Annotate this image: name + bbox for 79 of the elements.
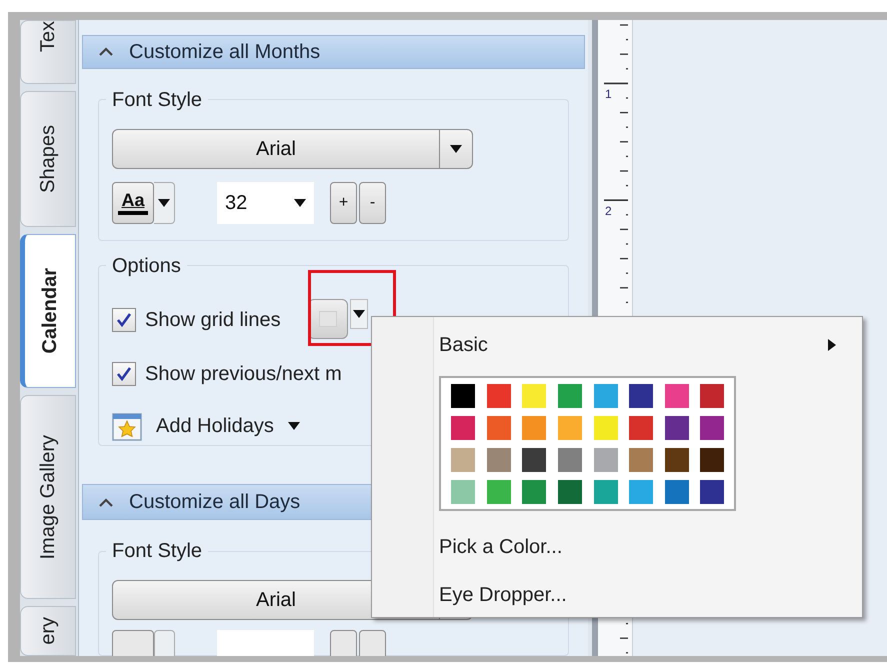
color-swatch[interactable] bbox=[664, 480, 689, 504]
checkbox[interactable] bbox=[112, 308, 136, 332]
color-swatch[interactable] bbox=[486, 448, 511, 472]
color-swatch[interactable] bbox=[664, 416, 689, 440]
side-tab[interactable]: Tex bbox=[20, 20, 76, 84]
submenu-arrow-icon bbox=[828, 339, 836, 351]
increase-size-button[interactable]: + bbox=[330, 182, 357, 224]
side-tab[interactable]: Shapes bbox=[20, 91, 76, 227]
color-swatch[interactable] bbox=[558, 384, 582, 408]
partial-button[interactable] bbox=[112, 630, 154, 656]
color-swatch[interactable] bbox=[486, 384, 511, 408]
caret-icon bbox=[352, 310, 365, 318]
color-swatch[interactable] bbox=[629, 480, 654, 504]
font-size-field[interactable]: 32 bbox=[217, 182, 314, 224]
color-swatch[interactable] bbox=[594, 416, 618, 440]
color-swatch[interactable] bbox=[700, 416, 724, 440]
color-swatch[interactable] bbox=[594, 384, 618, 408]
color-swatch[interactable] bbox=[486, 480, 511, 504]
section-title: Customize all Months bbox=[129, 40, 320, 65]
color-swatch[interactable] bbox=[522, 480, 546, 504]
color-swatch[interactable] bbox=[629, 384, 654, 408]
partial-button[interactable] bbox=[154, 630, 175, 656]
color-swatch[interactable] bbox=[451, 480, 475, 504]
color-swatch[interactable] bbox=[451, 384, 475, 408]
side-tab[interactable]: Image Gallery bbox=[20, 395, 76, 599]
group-label: Options bbox=[111, 254, 182, 279]
color-swatch[interactable] bbox=[558, 416, 582, 440]
caret-icon bbox=[294, 198, 306, 207]
side-tab[interactable]: ery bbox=[20, 606, 76, 656]
color-swatch[interactable] bbox=[522, 448, 546, 472]
font-color-dropdown[interactable] bbox=[154, 182, 175, 224]
color-swatch[interactable] bbox=[522, 416, 546, 440]
color-swatch[interactable] bbox=[664, 448, 689, 472]
section-title: Customize all Days bbox=[129, 490, 300, 515]
color-swatch[interactable] bbox=[451, 416, 475, 440]
ruler-label: 1 bbox=[605, 88, 612, 100]
font-button[interactable]: Arial bbox=[112, 128, 440, 169]
partial-button[interactable] bbox=[330, 630, 357, 656]
add-holidays-button[interactable]: Add Holidays bbox=[112, 410, 300, 441]
partial-field[interactable] bbox=[217, 630, 314, 656]
chevron-up-icon bbox=[99, 498, 113, 506]
checkbox-label: Show grid lines bbox=[145, 308, 281, 333]
font-color-button[interactable]: Aa bbox=[112, 182, 154, 224]
color-swatch[interactable] bbox=[594, 448, 618, 472]
color-swatch[interactable] bbox=[558, 448, 582, 472]
color-swatch[interactable] bbox=[700, 480, 724, 504]
color-swatch[interactable] bbox=[700, 448, 724, 472]
caret-icon bbox=[158, 198, 170, 207]
color-swatch[interactable] bbox=[486, 416, 511, 440]
color-swatch[interactable] bbox=[522, 384, 546, 408]
color-swatch[interactable] bbox=[629, 416, 654, 440]
chevron-up-icon bbox=[99, 47, 113, 56]
color-bar-icon bbox=[118, 210, 148, 215]
basic-menu-item[interactable]: Basic bbox=[439, 317, 836, 373]
check-icon bbox=[116, 366, 132, 382]
decrease-size-button[interactable]: - bbox=[359, 182, 386, 224]
color-swatch[interactable] bbox=[700, 384, 724, 408]
checkbox-label: Show previous/next m bbox=[145, 362, 342, 387]
color-swatch[interactable] bbox=[451, 448, 475, 472]
color-preview-icon bbox=[318, 310, 337, 327]
group-label: Font Style bbox=[111, 539, 204, 564]
checkbox[interactable] bbox=[112, 362, 136, 386]
caret-icon bbox=[450, 144, 462, 153]
ruler-ticks-drawing bbox=[620, 622, 628, 654]
color-swatch[interactable] bbox=[558, 480, 582, 504]
eye-dropper-menu-item[interactable]: Eye Dropper... bbox=[439, 575, 836, 615]
caret-icon bbox=[288, 422, 300, 430]
font-dropdown-button[interactable] bbox=[440, 128, 473, 169]
grid-color-dropdown[interactable] bbox=[350, 298, 368, 329]
color-swatch[interactable] bbox=[594, 480, 618, 504]
ruler-label: 2 bbox=[605, 205, 612, 217]
pick-color-menu-item[interactable]: Pick a Color... bbox=[439, 527, 836, 567]
check-icon bbox=[116, 312, 132, 328]
group-label: Font Style bbox=[111, 88, 204, 113]
section-header[interactable]: Customize all Months bbox=[82, 35, 585, 69]
partial-button[interactable] bbox=[359, 630, 386, 656]
color-swatch[interactable] bbox=[664, 384, 689, 408]
color-swatch[interactable] bbox=[629, 448, 654, 472]
side-tab[interactable]: Calendar bbox=[20, 234, 76, 388]
